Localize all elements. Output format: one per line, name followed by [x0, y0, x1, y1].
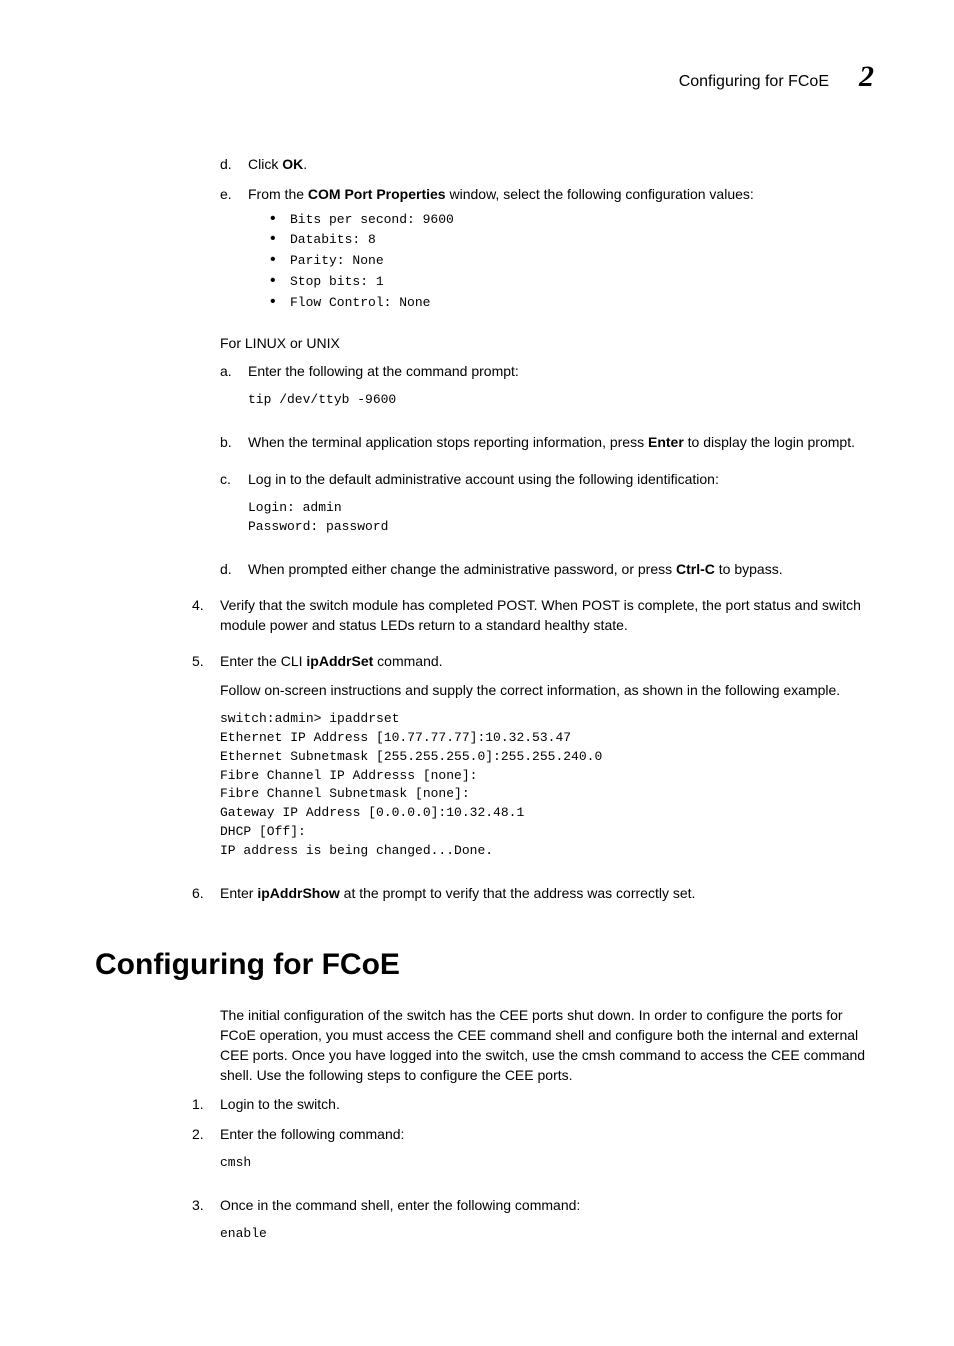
- step-5: 5. Enter the CLI ipAddrSet command. Foll…: [192, 651, 874, 872]
- bullet-text: Databits: 8: [290, 231, 376, 250]
- step-6: 6. Enter ipAddrShow at the prompt to ver…: [192, 883, 874, 903]
- text: to bypass.: [715, 561, 783, 577]
- step-text: From the COM Port Properties window, sel…: [248, 184, 874, 323]
- bullet-item: •Databits: 8: [270, 231, 874, 250]
- text: When the terminal application stops repo…: [248, 434, 648, 450]
- page: Configuring for FCoE 2 d. Click OK. e. F…: [0, 0, 954, 1346]
- step-text: When prompted either change the administ…: [248, 559, 874, 579]
- step-text: Click OK.: [248, 154, 874, 174]
- step-text: Log in to the default administrative acc…: [248, 469, 874, 549]
- marker: b.: [220, 432, 248, 452]
- fcoe-step-2: 2. Enter the following command: cmsh: [192, 1124, 874, 1185]
- code-block: tip /dev/ttyb -9600: [248, 391, 874, 410]
- code-block: switch:admin> ipaddrset Ethernet IP Addr…: [220, 710, 874, 861]
- step-c: c. Log in to the default administrative …: [220, 469, 874, 549]
- bullet-icon: •: [270, 273, 290, 289]
- bullet-item: •Flow Control: None: [270, 294, 874, 313]
- step-text: Enter the following at the command promp…: [248, 361, 874, 422]
- marker: 4.: [192, 595, 220, 636]
- step-4: 4. Verify that the switch module has com…: [192, 595, 874, 636]
- text: Enter the following command:: [220, 1126, 404, 1142]
- header-title: Configuring for FCoE: [679, 73, 829, 91]
- text: .: [303, 156, 307, 172]
- marker: 3.: [192, 1195, 220, 1256]
- bullet-text: Flow Control: None: [290, 294, 430, 313]
- step-b: b. When the terminal application stops r…: [220, 432, 874, 452]
- bullet-icon: •: [270, 294, 290, 310]
- text: Log in to the default administrative acc…: [248, 471, 719, 487]
- fcoe-step-1: 1. Login to the switch.: [192, 1094, 874, 1114]
- marker: a.: [220, 361, 248, 422]
- text: window, select the following configurati…: [446, 186, 754, 202]
- marker: 2.: [192, 1124, 220, 1185]
- bullet-item: •Stop bits: 1: [270, 273, 874, 292]
- step-text: Enter the CLI ipAddrSet command. Follow …: [220, 651, 874, 872]
- text: Click: [248, 156, 282, 172]
- bold-enter: Enter: [648, 434, 684, 450]
- bold-ok: OK: [282, 156, 303, 172]
- step-a: a. Enter the following at the command pr…: [220, 361, 874, 422]
- step-text: Enter ipAddrShow at the prompt to verify…: [220, 883, 874, 903]
- bullet-text: Parity: None: [290, 252, 384, 271]
- step-text: Verify that the switch module has comple…: [220, 595, 874, 636]
- step-d2: d. When prompted either change the admin…: [220, 559, 874, 579]
- text: Enter: [220, 885, 257, 901]
- intro-paragraph: The initial configuration of the switch …: [220, 1005, 874, 1086]
- bullet-list: •Bits per second: 9600 •Databits: 8 •Par…: [270, 211, 874, 313]
- step-e: e. From the COM Port Properties window, …: [220, 184, 874, 323]
- step-text: Once in the command shell, enter the fol…: [220, 1195, 874, 1256]
- marker: e.: [220, 184, 248, 323]
- bullet-item: •Parity: None: [270, 252, 874, 271]
- step-text: Login to the switch.: [220, 1094, 874, 1114]
- marker: 5.: [192, 651, 220, 872]
- text: command.: [373, 653, 442, 669]
- code-block: Login: admin Password: password: [248, 499, 874, 537]
- marker: c.: [220, 469, 248, 549]
- marker: d.: [220, 559, 248, 579]
- marker: d.: [220, 154, 248, 174]
- step-text: Enter the following command: cmsh: [220, 1124, 874, 1185]
- bullet-icon: •: [270, 211, 290, 227]
- marker: 6.: [192, 883, 220, 903]
- bullet-icon: •: [270, 252, 290, 268]
- fcoe-step-3: 3. Once in the command shell, enter the …: [192, 1195, 874, 1256]
- bullet-icon: •: [270, 231, 290, 247]
- text: From the: [248, 186, 308, 202]
- text: at the prompt to verify that the address…: [340, 885, 696, 901]
- linux-label: For LINUX or UNIX: [220, 333, 874, 353]
- bullet-item: •Bits per second: 9600: [270, 211, 874, 230]
- bullet-text: Bits per second: 9600: [290, 211, 454, 230]
- content-body: d. Click OK. e. From the COM Port Proper…: [220, 154, 874, 1256]
- page-header: Configuring for FCoE 2: [95, 60, 874, 94]
- bold-ctrlc: Ctrl-C: [676, 561, 715, 577]
- marker: 1.: [192, 1094, 220, 1114]
- text: Enter the following at the command promp…: [248, 363, 519, 379]
- step-d: d. Click OK.: [220, 154, 874, 174]
- follow-text: Follow on-screen instructions and supply…: [220, 680, 874, 700]
- bullet-text: Stop bits: 1: [290, 273, 384, 292]
- step-text: When the terminal application stops repo…: [248, 432, 874, 452]
- bold-ipaddrset: ipAddrSet: [306, 653, 373, 669]
- section-heading: Configuring for FCoE: [95, 943, 874, 987]
- code-block: cmsh: [220, 1154, 874, 1173]
- text: Once in the command shell, enter the fol…: [220, 1197, 580, 1213]
- text: Enter the CLI: [220, 653, 306, 669]
- bold-ipaddrshow: ipAddrShow: [257, 885, 339, 901]
- chapter-number: 2: [859, 60, 874, 94]
- text: When prompted either change the administ…: [248, 561, 676, 577]
- text: to display the login prompt.: [684, 434, 855, 450]
- bold-com: COM Port Properties: [308, 186, 446, 202]
